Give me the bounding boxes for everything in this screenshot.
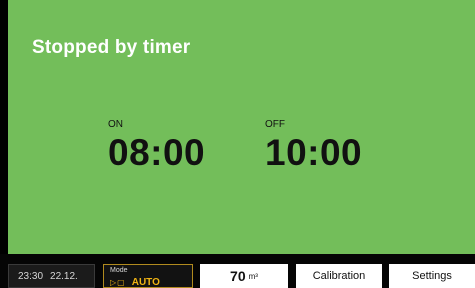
volume-button[interactable]: 70 m³ [200, 264, 288, 288]
timer-off: OFF 10:00 [265, 119, 362, 173]
settings-button[interactable]: Settings [389, 264, 475, 288]
clock-time: 23:30 [18, 270, 44, 282]
timer-on-label: ON [108, 119, 123, 130]
timer-on: ON 08:00 [108, 119, 205, 173]
pool-controller-screen: Stopped by timer ON 08:00 OFF 10:00 23:3… [0, 0, 475, 288]
play-stop-icon: ▷▢ [110, 278, 126, 287]
clock-date-display[interactable]: 23:30 22.12. [8, 264, 95, 288]
timer-off-label: OFF [265, 119, 285, 130]
status-panel: Stopped by timer ON 08:00 OFF 10:00 [8, 0, 475, 254]
mode-label: Mode [110, 267, 128, 274]
timer-off-time: 10:00 [265, 132, 363, 173]
mode-value-row: ▷▢ AUTO [110, 277, 192, 288]
mode-button[interactable]: Mode ▷▢ AUTO [103, 264, 193, 288]
volume-value: 70 [230, 268, 246, 284]
timer-on-time: 08:00 [108, 132, 206, 173]
status-title: Stopped by timer [32, 37, 191, 58]
calibration-button[interactable]: Calibration [296, 264, 382, 288]
volume-unit: m³ [248, 271, 258, 281]
bottom-bar: 23:30 22.12. Mode ▷▢ AUTO 70 m³ Calibrat… [0, 254, 475, 288]
mode-value: AUTO [131, 277, 160, 288]
clock-date: 22.12. [50, 270, 78, 282]
